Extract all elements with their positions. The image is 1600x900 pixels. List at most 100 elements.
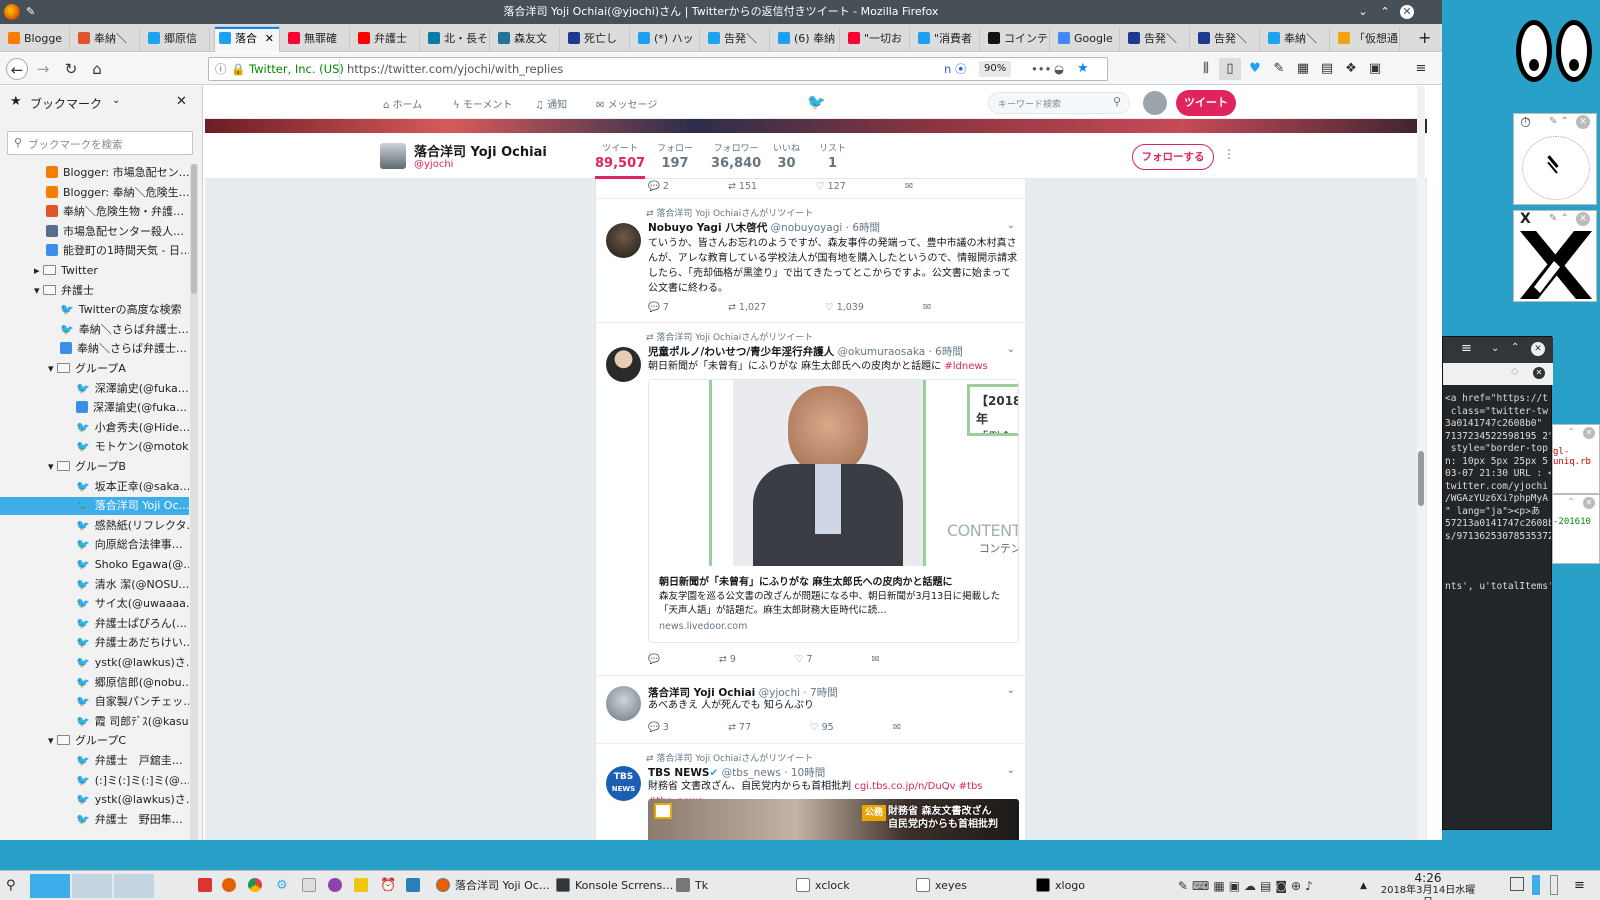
close-icon[interactable]: ✕: [1576, 212, 1590, 226]
pin-icon[interactable]: ✎ ⌃: [1549, 116, 1569, 127]
profile-stat[interactable]: リスト 1: [819, 141, 846, 171]
minimize-icon[interactable]: ⌄: [1356, 5, 1370, 19]
bookmark-item[interactable]: ▾ グループC: [0, 732, 189, 750]
author-avatar[interactable]: TBS NEWS: [606, 766, 641, 801]
site-identity[interactable]: Twitter, Inc. (US): [249, 58, 344, 80]
chevron-down-icon[interactable]: ⌄: [1007, 344, 1015, 355]
menu-icon[interactable]: ≡: [1461, 341, 1472, 356]
bookmark-item[interactable]: 🐦 (:]ミ(:]ミ(:]ミ(@…: [0, 772, 189, 790]
retweet-icon[interactable]: ⇄ 9: [719, 654, 764, 665]
taskbar-task[interactable]: xclock: [796, 875, 850, 897]
editor-icon[interactable]: [406, 878, 420, 892]
tab[interactable]: 落合 ✕: [214, 26, 280, 52]
bookmark-item[interactable]: 奉納＼危険生物・弁護…: [0, 203, 189, 221]
notes-icon[interactable]: [354, 878, 368, 892]
activity-2[interactable]: [1550, 875, 1558, 895]
grid-ext-icon[interactable]: ▦: [1292, 58, 1314, 80]
files-icon[interactable]: [302, 878, 316, 892]
menu-icon[interactable]: ≡: [1410, 58, 1432, 80]
clock-widget[interactable]: 4:26 2018年3月14日水曜日: [1378, 871, 1478, 900]
side-window-1[interactable]: ⌃ ✕ gl-uniq.rb: [1552, 424, 1600, 494]
hashtag-link[interactable]: #ldnews: [944, 361, 987, 372]
launcher-icon[interactable]: ⚲: [6, 875, 16, 897]
bookmark-item[interactable]: 市場急配センター殺人…: [0, 223, 189, 241]
minimize-icon[interactable]: ⌄: [1491, 343, 1499, 354]
window-titlebar[interactable]: ✎ 落合洋司 Yoji Ochiai(@yjochi)さん | Twitterか…: [0, 0, 1442, 24]
forward-button[interactable]: →: [32, 58, 54, 80]
screenshot-ext-icon[interactable]: ▤: [1316, 58, 1338, 80]
expand-down-icon[interactable]: ▾: [48, 734, 57, 747]
back-button[interactable]: ←: [6, 58, 28, 80]
konsole-window[interactable]: ≡ ⌄ ⌃ ✕ ◇ ✕ <a href="https://t class="tw…: [1442, 336, 1553, 830]
chevron-down-icon[interactable]: ⌄: [1007, 765, 1015, 776]
bookmark-item[interactable]: 🐦 Shoko Egawa(@…: [0, 556, 189, 574]
dm-icon[interactable]: ✉: [905, 181, 913, 192]
bookmark-item[interactable]: 🐦 深澤諭史(@fuka…: [0, 380, 189, 398]
bookmark-item[interactable]: 🐦 弁護士ぱぴろん(…: [0, 615, 189, 633]
retweet-icon[interactable]: ⇄ 77: [728, 722, 779, 733]
close-window-icon[interactable]: ✕: [1400, 5, 1414, 19]
like-icon[interactable]: ♡ 95: [810, 722, 862, 733]
tweet-okumura[interactable]: ⇄ 落合洋司 Yoji Ochiaiさんがリツイート 児童ポルノ/わいせつ/青少…: [596, 323, 1025, 676]
tweet-tbs[interactable]: ⇄ 落合洋司 Yoji Ochiaiさんがリツイート TBS NEWS TBS N…: [596, 744, 1025, 840]
author-avatar[interactable]: [606, 686, 641, 721]
panel-menu-icon[interactable]: ≡: [1574, 875, 1585, 897]
bookmark-item[interactable]: 🐦 清水 潔(@NOSU…: [0, 576, 189, 594]
bookmark-item[interactable]: 🐦 弁護士あだちけい…: [0, 634, 189, 652]
pin-icon[interactable]: ⌃: [1567, 497, 1575, 508]
bookmark-item[interactable]: 🐦 落合洋司 Yoji Oc…: [0, 497, 189, 516]
app-icon[interactable]: [328, 878, 342, 892]
url-bar[interactable]: ⓘ 🔒 Twitter, Inc. (US) https://twitter.c…: [208, 57, 1108, 81]
bookmark-item[interactable]: 🐦 奉納＼さらば弁護士…: [0, 321, 189, 339]
url-text[interactable]: https://twitter.com/yjochi/with_replies: [347, 58, 563, 80]
bookmark-item[interactable]: 🐦 弁護士 戸舘圭…: [0, 752, 189, 770]
bookmark-item[interactable]: 🐦 感熱紙(リフレクタ…: [0, 517, 189, 535]
expand-down-icon[interactable]: ▾: [48, 362, 57, 375]
bookmark-item[interactable]: 🐦 ystk(@lawkus)さ…: [0, 791, 189, 809]
author-handle[interactable]: @okumuraosaka: [838, 346, 926, 358]
tab[interactable]: 森友文: [494, 27, 560, 51]
tab[interactable]: (6) 奉納: [774, 27, 840, 51]
reply-icon[interactable]: 💬 2: [648, 181, 697, 192]
dm-icon[interactable]: ✉: [872, 654, 880, 665]
side-window-2[interactable]: ⌃ ✕ -201610: [1552, 494, 1600, 564]
tweet-yagi[interactable]: ⇄ 落合洋司 Yoji Ochiaiさんがリツイート Nobuyo Yagi 八…: [596, 199, 1025, 323]
new-tab-button[interactable]: +: [1418, 28, 1431, 47]
retweet-icon[interactable]: ⇄ 151: [728, 181, 785, 192]
chrome-icon[interactable]: [248, 878, 262, 892]
show-desktop-icon[interactable]: [1510, 877, 1524, 891]
xclock-window[interactable]: ⏱ ✎ ⌃ ✕: [1513, 113, 1597, 205]
library-icon[interactable]: ⫼: [1195, 58, 1217, 80]
profile-stat[interactable]: フォロー 197: [657, 141, 693, 171]
bookmark-item[interactable]: 能登町の1時間天気 - 日…: [0, 242, 189, 260]
bookmark-item[interactable]: 🐦 向原総合法律事…: [0, 536, 189, 554]
pager-desktop-3[interactable]: [114, 874, 154, 898]
expand-right-icon[interactable]: ▸: [34, 264, 43, 277]
tab[interactable]: Blogge: [4, 27, 70, 51]
info-icon[interactable]: ⓘ: [215, 58, 227, 80]
tab[interactable]: 告発＼: [704, 27, 770, 51]
zoom-level[interactable]: 90%: [979, 61, 1012, 77]
pin-icon[interactable]: ✎: [26, 0, 35, 24]
tray-expand-icon[interactable]: ▲: [1360, 875, 1367, 897]
retweet-icon[interactable]: ⇄ 1,027: [728, 302, 794, 313]
expand-down-icon[interactable]: ▾: [48, 460, 57, 473]
follow-button[interactable]: フォローする: [1132, 144, 1214, 170]
author-handle[interactable]: @nobuyoyagi: [771, 222, 843, 234]
nav-moments[interactable]: ϟ モーメント: [453, 96, 512, 111]
page-scroll-thumb[interactable]: [1418, 451, 1424, 506]
puzzle-ext-icon[interactable]: ❖: [1340, 58, 1362, 80]
xeyes-right-eye[interactable]: [1556, 20, 1592, 82]
nav-messages[interactable]: ✉ メッセージ: [596, 96, 657, 111]
reply-icon[interactable]: 💬: [648, 654, 691, 665]
profile-name[interactable]: 落合洋司 Yoji Ochiai: [414, 141, 547, 160]
more-vertical-icon[interactable]: ⋮: [1223, 147, 1235, 161]
tweet-time[interactable]: · 10時間: [784, 767, 825, 779]
twitter-bird-icon[interactable]: 🐦: [807, 93, 826, 111]
reader-icon[interactable]: n ⦿: [944, 58, 966, 80]
bookmark-item[interactable]: 🐦 霞 司郎ﾃﾞｽ(@kasu…: [0, 713, 189, 731]
author-name[interactable]: Nobuyo Yagi 八木啓代: [648, 222, 767, 234]
tab[interactable]: Google: [1054, 27, 1120, 51]
bookmark-item[interactable]: 🐦 Twitterの高度な検索: [0, 301, 189, 319]
sidebar-scroll-thumb[interactable]: [191, 164, 197, 294]
